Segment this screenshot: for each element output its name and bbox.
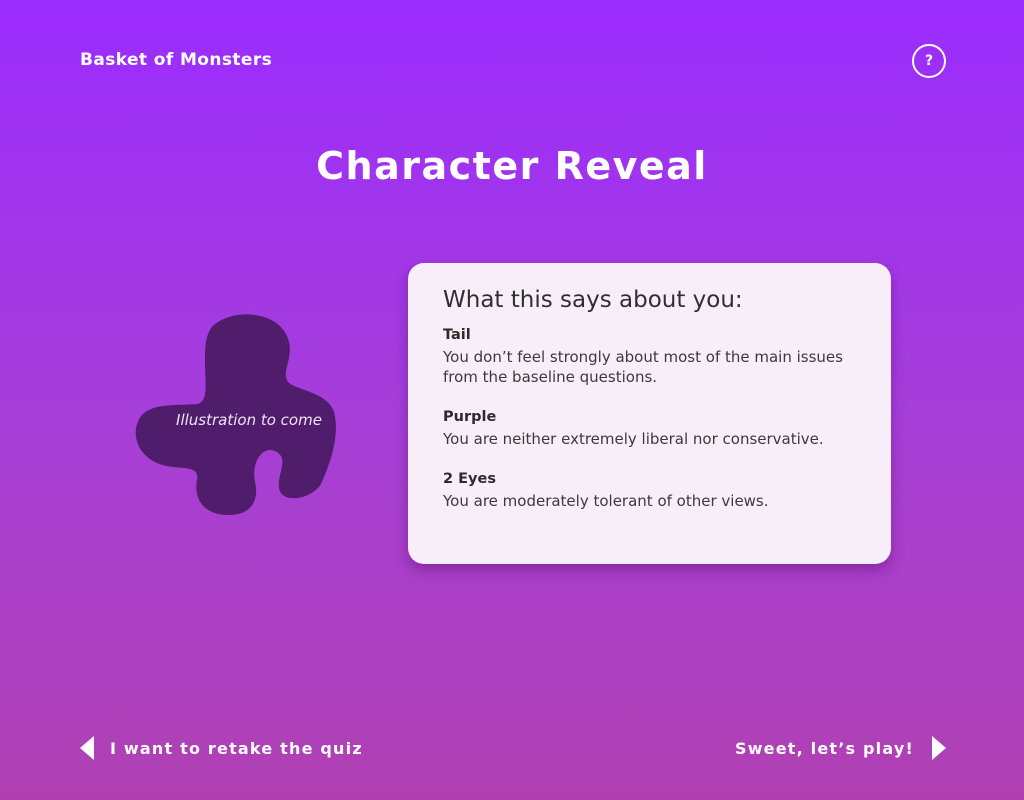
lets-play-button[interactable]: Sweet, let’s play! [735, 736, 946, 760]
app-title: Basket of Monsters [80, 50, 273, 70]
arrow-right-icon [932, 736, 946, 760]
trait-item-eyes: 2 Eyes You are moderately tolerant of ot… [443, 471, 856, 511]
trait-name: 2 Eyes [443, 471, 496, 487]
results-card: What this says about you: Tail You don’t… [408, 263, 891, 564]
arrow-left-icon [80, 736, 94, 760]
retake-quiz-label: I want to retake the quiz [110, 738, 363, 758]
illustration-placeholder-text: Illustration to come [176, 411, 322, 429]
trait-description: You don’t feel strongly about most of th… [443, 348, 843, 386]
page-title: Character Reveal [316, 144, 708, 188]
results-heading: What this says about you: [443, 287, 743, 313]
trait-description: You are moderately tolerant of other vie… [443, 492, 769, 510]
trait-item-purple: Purple You are neither extremely liberal… [443, 409, 856, 449]
monster-illustration-placeholder: Illustration to come [133, 312, 337, 518]
trait-name: Purple [443, 409, 497, 425]
trait-description: You are neither extremely liberal nor co… [443, 430, 824, 448]
question-mark-icon: ? [924, 53, 934, 69]
trait-name: Tail [443, 327, 471, 343]
trait-item-tail: Tail You don’t feel strongly about most … [443, 327, 856, 387]
help-button[interactable]: ? [912, 44, 946, 78]
retake-quiz-button[interactable]: I want to retake the quiz [80, 736, 363, 760]
lets-play-label: Sweet, let’s play! [734, 738, 914, 758]
